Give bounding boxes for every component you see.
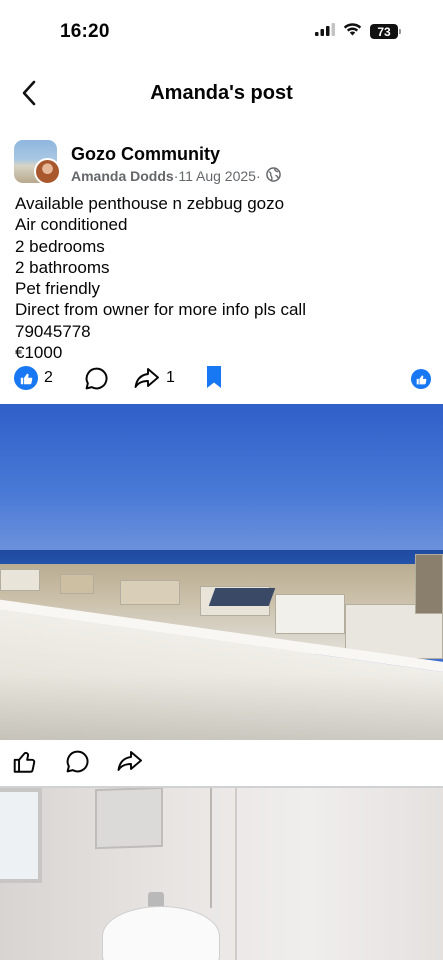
post-text-line: Direct from owner for more info pls call — [15, 300, 306, 320]
photo-like-button[interactable] — [12, 749, 38, 775]
photo-share-button[interactable] — [117, 749, 143, 773]
like-reaction-icon — [14, 366, 38, 390]
like-summary-icon-button[interactable] — [411, 369, 431, 389]
post-text-line: 2 bathrooms — [15, 257, 110, 277]
post-meta: Amanda Dodds · 11 Aug 2025 · — [71, 167, 281, 185]
post-date[interactable]: 11 Aug 2025 — [178, 168, 256, 184]
post-text-line: 79045778 — [15, 321, 91, 341]
post-actions: 2 1 — [14, 364, 433, 394]
photo-comment-button[interactable] — [65, 749, 90, 774]
wifi-icon — [343, 22, 362, 41]
reactions-button[interactable]: 2 — [14, 366, 53, 390]
status-bar: 16:20 73 — [0, 0, 443, 64]
bookmark-icon — [207, 366, 221, 388]
thumbs-up-icon — [13, 752, 36, 773]
post-text-line: Pet friendly — [15, 279, 101, 299]
author-avatar[interactable] — [34, 158, 61, 185]
like-reaction-icon — [411, 369, 431, 389]
post-text: Available penthouse n zebbug gozo Air co… — [15, 193, 431, 363]
reactions-count: 2 — [44, 369, 53, 386]
globe-icon — [265, 167, 281, 185]
battery-level: 73 — [370, 24, 398, 39]
post-text-line: Available penthouse n zebbug gozo — [15, 194, 285, 213]
page-title: Amanda's post — [150, 82, 293, 104]
shares-count: 1 — [166, 369, 175, 386]
post-text-line: 2 bedrooms — [15, 236, 105, 256]
nav-header: Amanda's post — [0, 68, 443, 120]
post-text-line: €1000 — [15, 343, 63, 363]
status-time: 16:20 — [60, 21, 110, 42]
share-icon — [134, 368, 159, 388]
post-header: Gozo Community Amanda Dodds · 11 Aug 202… — [14, 138, 429, 190]
group-name[interactable]: Gozo Community — [71, 144, 220, 165]
author-name[interactable]: Amanda Dodds — [71, 168, 174, 184]
photo-actions — [12, 745, 212, 779]
comment-button[interactable] — [84, 366, 109, 391]
comment-icon — [66, 750, 89, 773]
save-button[interactable] — [205, 365, 223, 389]
status-icons: 73 — [315, 22, 401, 41]
post-photo-sea-view[interactable] — [0, 404, 443, 740]
post-text-line: Air conditioned — [15, 215, 128, 235]
post-photo-bathroom[interactable] — [0, 788, 443, 960]
battery-icon: 73 — [370, 24, 401, 39]
share-button[interactable]: 1 — [134, 366, 175, 390]
meta-separator-2: · — [255, 168, 261, 184]
share-icon — [117, 751, 142, 771]
signal-icon — [315, 22, 335, 41]
comment-icon — [85, 367, 108, 390]
